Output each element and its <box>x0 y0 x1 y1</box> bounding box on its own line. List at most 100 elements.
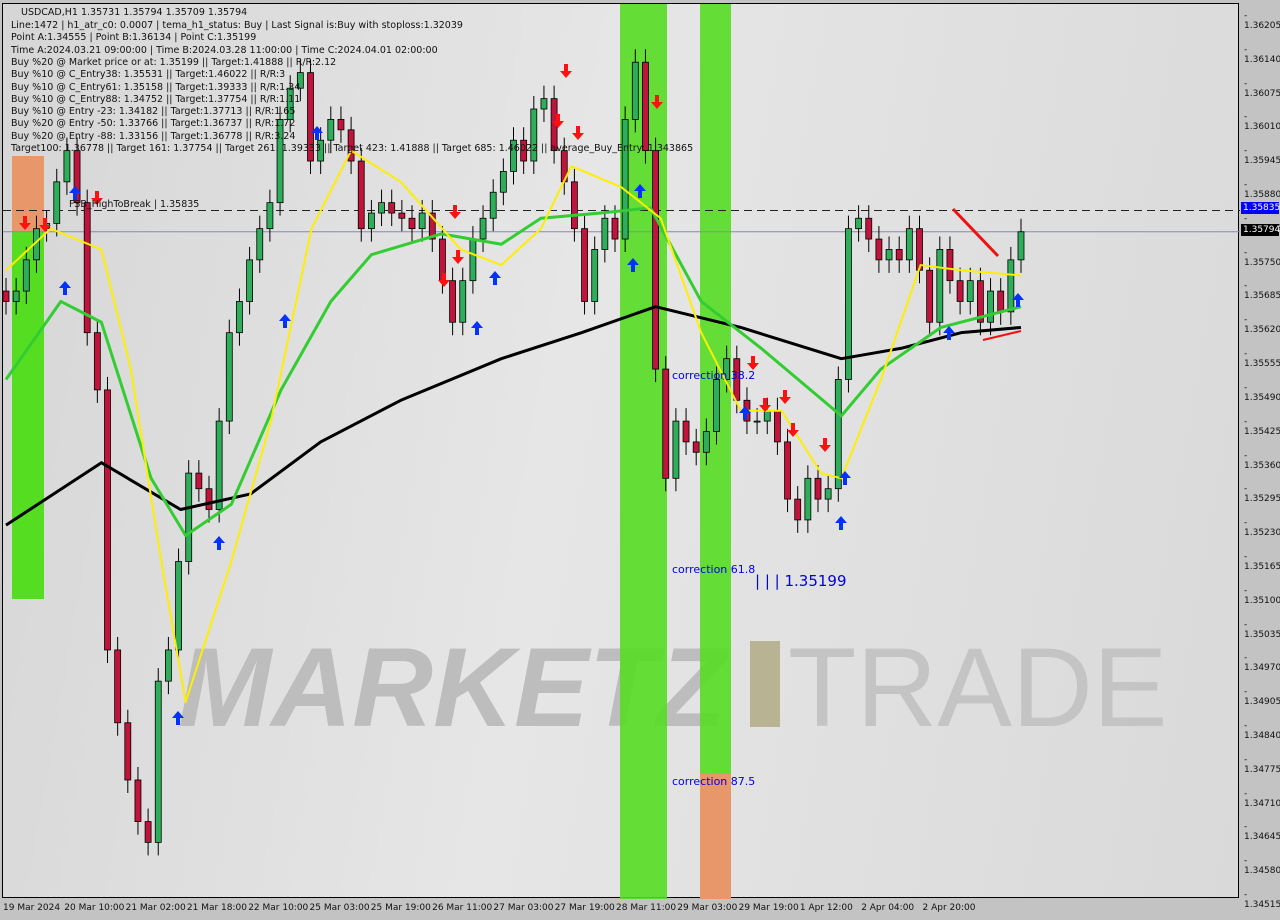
candle-body <box>581 228 588 302</box>
candle-body <box>175 561 182 651</box>
info-line: Buy %10 @ C_Entry38: 1.35531 || Target:1… <box>11 69 286 81</box>
buy-arrow-icon <box>213 536 225 550</box>
candle-body <box>63 150 71 183</box>
candle-body <box>367 212 375 230</box>
time-tick-label: 22 Mar 10:00 <box>248 903 309 913</box>
candle-body <box>814 477 822 500</box>
fsb-label: FSB_HighToBreak | 1.35835 <box>69 199 200 210</box>
candle-body <box>22 259 30 292</box>
info-line: Buy %20 @ Market price or at: 1.35199 ||… <box>11 56 337 68</box>
info-line: Line:1472 | h1_atr_c0: 0.0007 | tema_h1_… <box>11 20 463 31</box>
time-tick-label: 21 Mar 02:00 <box>125 903 186 913</box>
price-tick-label: - 1.35945 <box>1244 146 1280 167</box>
candle-body <box>621 119 629 240</box>
candle-body <box>408 217 416 230</box>
candle-body <box>357 160 365 230</box>
candle-body <box>215 420 223 510</box>
sell-arrow-icon <box>779 390 791 404</box>
info-line: Buy %10 @ Entry -23: 1.34182 || Target:1… <box>11 106 296 118</box>
candle-body <box>774 410 781 443</box>
candle-body <box>885 249 893 261</box>
time-tick-label: 29 Mar 03:00 <box>677 903 738 913</box>
info-line: Time A:2024.03.21 09:00:00 | Time B:2024… <box>11 44 438 56</box>
info-line: Point A:1.34555 | Point B:1.36134 | Poin… <box>11 32 257 44</box>
candle-body <box>104 389 111 651</box>
sell-arrow-icon <box>452 250 464 264</box>
price-tick-label: - 1.36075 <box>1244 78 1280 99</box>
candle-body <box>662 368 670 479</box>
candle-body <box>946 249 954 282</box>
candle-body <box>205 488 213 510</box>
price-tick-label: - 1.35880 <box>1244 180 1280 201</box>
candle-body <box>987 290 994 323</box>
info-line: Target100: 1.36778 || Target 161: 1.3775… <box>11 143 694 154</box>
candle-body <box>652 150 659 370</box>
candle-body <box>256 228 264 261</box>
sell-arrow-icon <box>747 356 759 370</box>
candle-body <box>53 181 61 224</box>
price-tick-label: - 1.34775 <box>1244 754 1280 775</box>
candle-body <box>936 249 944 323</box>
candle-body <box>134 779 142 822</box>
time-tick-label: 28 Mar 11:00 <box>616 903 677 913</box>
candle-body <box>93 332 101 391</box>
time-tick-label: 19 Mar 2024 <box>3 903 61 913</box>
candle-body <box>124 722 132 781</box>
price-tick-label: - 1.35490 <box>1244 382 1280 403</box>
candle-body <box>855 217 862 230</box>
candle-body <box>449 280 457 323</box>
price-tick-label: - 1.35100 <box>1244 585 1280 606</box>
candle-body <box>246 259 254 302</box>
candle-body <box>895 249 903 261</box>
price-tick-label: - 1.34970 <box>1244 653 1280 674</box>
trend-line <box>982 330 1022 341</box>
candle-body <box>225 332 233 422</box>
time-tick-label: 2 Apr 20:00 <box>922 903 976 913</box>
price-tick-label: - 1.35295 <box>1244 484 1280 505</box>
candle-body <box>540 98 548 110</box>
candle-body <box>418 212 426 230</box>
price-tick-label: - 1.36140 <box>1244 44 1280 65</box>
price-tick-label: - 1.34905 <box>1244 687 1280 708</box>
candle-body <box>591 249 599 302</box>
chart-plot-area[interactable]: MARKETZ TRADE USDCAD,H1 1.35731 1.35794 1… <box>2 3 1240 899</box>
candle-body <box>327 119 335 141</box>
candle-body <box>3 290 10 302</box>
last-price-tag: 1.35794 <box>1241 224 1280 236</box>
sell-arrow-icon <box>449 205 461 219</box>
time-tick-label: 25 Mar 03:00 <box>309 903 370 913</box>
price-tick-label: - 1.34840 <box>1244 720 1280 741</box>
price-tick-label: - 1.34645 <box>1244 822 1280 843</box>
candle-body <box>12 290 20 302</box>
candle-body <box>966 280 974 302</box>
candle-body <box>865 217 873 240</box>
price-tick-label: - 1.35555 <box>1244 349 1280 370</box>
buy-arrow-icon <box>279 314 291 328</box>
candle-body <box>1017 231 1025 261</box>
candle-body <box>114 649 122 724</box>
price-tick-label: - 1.35425 <box>1244 416 1280 437</box>
correction-87-label: correction 87.5 <box>672 775 756 788</box>
buy-arrow-icon <box>835 516 847 530</box>
info-line: Buy %10 @ C_Entry88: 1.34752 || Target:1… <box>11 93 301 105</box>
sell-arrow-icon <box>572 126 584 140</box>
price-tick-label: - 1.35750 <box>1244 247 1280 268</box>
candle-body <box>753 420 761 423</box>
candle-body <box>642 61 649 152</box>
candle-body <box>266 202 274 230</box>
time-tick-label: 26 Mar 11:00 <box>432 903 493 913</box>
candle-body <box>763 410 771 422</box>
price-tick-label: - 1.36010 <box>1244 112 1280 133</box>
time-tick-label: 2 Apr 04:00 <box>861 903 915 913</box>
candle-body <box>905 228 913 261</box>
candle-body <box>834 379 842 490</box>
candle-body <box>631 61 639 120</box>
point-c-label: | | | 1.35199 <box>755 572 847 590</box>
watermark-bar <box>750 641 780 727</box>
symbol-quote: USDCAD,H1 1.35731 1.35794 1.35709 1.3579… <box>21 7 248 18</box>
info-line: Buy %20 @ Entry -50: 1.33766 || Target:1… <box>11 118 296 130</box>
candle-body <box>236 301 243 334</box>
candle-body <box>682 420 690 443</box>
price-tick-label: - 1.34580 <box>1244 856 1280 877</box>
candle-body <box>804 477 812 521</box>
